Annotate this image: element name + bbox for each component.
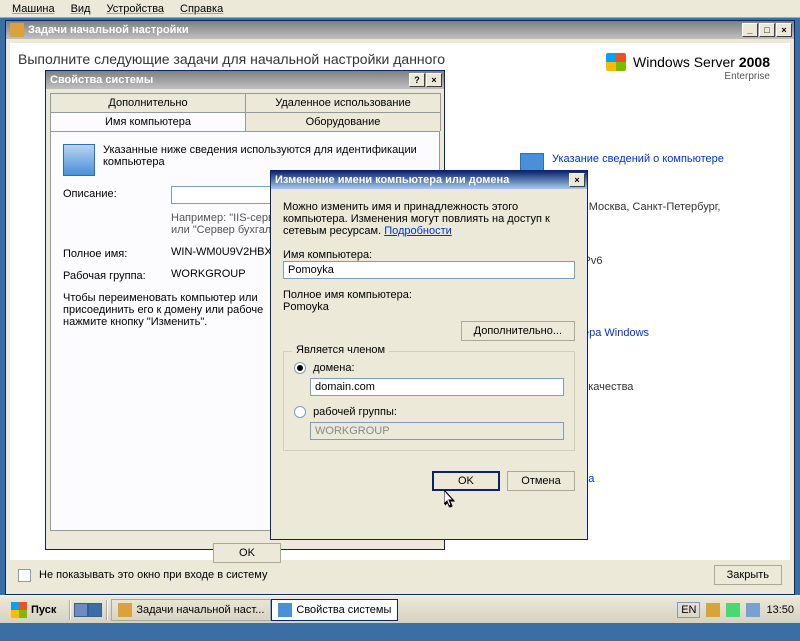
rename-ok-button[interactable]: OK [432,471,500,491]
rename-title: Изменение имени компьютера или домена [275,174,569,186]
brand-block: Windows Server 2008 Enterprise [606,53,770,82]
description-label: Описание: [63,186,163,200]
props-close-button[interactable]: × [426,73,442,87]
taskbar: Пуск Задачи начальной наст... Свойства с… [0,595,800,623]
brand-edition: Enterprise [606,71,770,82]
props-help-button[interactable]: ? [409,73,425,87]
tray-security-icon[interactable] [706,603,720,617]
tab-advanced[interactable]: Дополнительно [50,93,246,112]
full-computer-name-label: Полное имя компьютера: [283,289,575,301]
props-tabs: Дополнительно Удаленное использование Им… [46,89,444,131]
close-button[interactable]: × [776,23,792,37]
brand-text: Windows Server 2008 [633,54,770,70]
minimize-button[interactable]: _ [742,23,758,37]
rename-more-link[interactable]: Подробности [384,225,452,237]
taskbar-item-initial-config[interactable]: Задачи начальной наст... [111,599,271,621]
props-info-text: Указанные ниже сведения используются для… [63,144,427,168]
rename-cancel-button[interactable]: Отмена [507,471,575,491]
domain-radio[interactable] [294,362,306,374]
computer-name-label: Имя компьютера: [283,249,575,261]
workgroup-radio-label: рабочей группы: [313,406,397,418]
props-title: Свойства системы [50,74,409,86]
quicklaunch-desktop-icon[interactable] [74,603,88,617]
task-icon-2 [278,603,292,617]
fullname-label: Полное имя: [63,246,163,260]
system-tray: EN 13:50 [673,602,798,618]
menu-machine[interactable]: Машина [4,1,63,17]
rename-content: Можно изменить имя и принадлежность этог… [271,189,587,463]
full-computer-name-value: Pomoyka [283,301,575,313]
windows-start-icon [11,602,27,618]
workgroup-label: Рабочая группа: [63,268,163,282]
start-label: Пуск [31,604,56,616]
rename-close-button[interactable]: × [569,173,585,187]
rename-dialog: Изменение имени компьютера или домена × … [270,170,588,540]
quicklaunch-explorer-icon[interactable] [88,603,102,617]
workgroup-radio[interactable] [294,406,306,418]
dontshow-checkbox[interactable] [18,569,31,582]
taskbar-item-system-props[interactable]: Свойства системы [271,599,398,621]
computer-icon [63,144,95,176]
computer-name-input[interactable] [283,261,575,279]
member-of-group: Является членом домена: рабочей группы: [283,351,575,451]
initial-config-title: Задачи начальной настройки [28,24,742,36]
vm-menubar: Машина Вид Устройства Справка [0,0,800,18]
windows-flag-icon [606,53,626,71]
initial-config-titlebar[interactable]: Задачи начальной настройки _ □ × [6,21,794,39]
props-titlebar[interactable]: Свойства системы ? × [46,71,444,89]
window-icon [10,23,24,37]
tray-clock[interactable]: 13:50 [766,604,794,616]
menu-view[interactable]: Вид [63,1,99,17]
link-specify-computer[interactable]: Указание сведений о компьютере [552,153,724,165]
task-icon-1 [118,603,132,617]
workgroup-input [310,422,564,440]
member-of-title: Является членом [292,344,389,356]
taskbar-separator [69,600,70,620]
close-main-button[interactable]: Закрыть [714,565,782,585]
domain-radio-label: домена: [313,362,354,374]
tray-network-icon[interactable] [726,603,740,617]
taskbar-item-1-label: Задачи начальной наст... [136,604,264,616]
tab-remote[interactable]: Удаленное использование [245,93,441,112]
tray-lang[interactable]: EN [677,602,700,618]
tray-volume-icon[interactable] [746,603,760,617]
start-button[interactable]: Пуск [2,599,65,621]
tab-computer-name[interactable]: Имя компьютера [50,112,246,131]
props-ok-button[interactable]: OK [213,543,281,563]
maximize-button[interactable]: □ [759,23,775,37]
menu-help[interactable]: Справка [172,1,231,17]
domain-input[interactable] [310,378,564,396]
rename-titlebar[interactable]: Изменение имени компьютера или домена × [271,171,587,189]
rename-intro: Можно изменить имя и принадлежность этог… [283,201,575,237]
tab-hardware[interactable]: Оборудование [245,112,441,131]
taskbar-item-2-label: Свойства системы [296,604,391,616]
menu-devices[interactable]: Устройства [98,1,172,17]
advanced-button[interactable]: Дополнительно... [461,321,575,341]
taskbar-separator-2 [106,600,107,620]
